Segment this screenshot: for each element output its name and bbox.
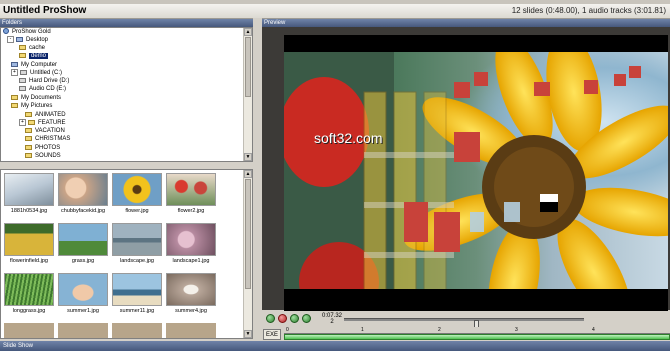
thumbnail-item[interactable]: landscape1.jpg [166, 223, 216, 267]
slide-show-header: Slide Show [0, 341, 670, 351]
scroll-up-icon[interactable]: ▲ [244, 28, 252, 36]
drive-icon [19, 77, 26, 83]
tree-item-my-computer[interactable]: My Computer [11, 61, 57, 69]
tree-item-drive-d[interactable]: Hard Drive (D:) [19, 77, 69, 85]
thumbnail-image[interactable] [4, 223, 54, 256]
tree-item-drive-e[interactable]: Audio CD (E:) [19, 85, 66, 93]
preview-header: Preview [262, 19, 670, 27]
thumbnail-image[interactable] [166, 273, 216, 306]
thumbnail-item[interactable]: flower.jpg [112, 173, 162, 217]
thumbnail-image[interactable] [112, 173, 162, 206]
folder-icon [25, 127, 32, 133]
thumbnail-image[interactable] [4, 173, 54, 206]
playback-controls: 0:07.32 2 [262, 311, 670, 331]
title-bar: Untitled ProShow 12 slides (0:48.00), 1 … [0, 4, 670, 19]
folder-icon [11, 102, 18, 108]
thumbnail-item[interactable]: 1881h0534.jpg [4, 173, 54, 217]
preview-panel [262, 27, 670, 312]
stop-icon[interactable] [278, 314, 287, 323]
folders-header: Folders [0, 19, 253, 27]
tree-item-feature[interactable]: + FEATURE [19, 119, 66, 127]
next-row-peek [4, 323, 216, 338]
folder-icon [11, 94, 18, 100]
computer-icon [11, 61, 18, 67]
thumbnail-image[interactable] [112, 223, 162, 256]
thumbnail-item[interactable]: grass.jpg [58, 223, 108, 267]
folder-icon [19, 44, 26, 50]
thumbnail-item[interactable]: flower2.jpg [166, 173, 216, 217]
scroll-thumb[interactable] [245, 179, 251, 289]
thumbnail-item[interactable]: chubbyfacekid.jpg [58, 173, 108, 217]
horizontal-splitter[interactable] [0, 162, 262, 169]
audio-track[interactable] [284, 334, 670, 340]
expand-icon[interactable]: + [11, 69, 18, 76]
thumbnail-item[interactable]: flowerinfield.jpg [4, 223, 54, 267]
thumbnail-item[interactable]: longgrass.jpg [4, 273, 54, 317]
folder-icon [25, 135, 32, 141]
vertical-splitter[interactable] [253, 18, 262, 341]
preview-image [284, 52, 668, 312]
thumbnail-image[interactable] [4, 273, 54, 306]
previous-icon[interactable] [290, 314, 299, 323]
thumbnail-image[interactable] [58, 273, 108, 306]
thumbnail-item[interactable]: summer11.jpg [112, 273, 162, 317]
expand-icon[interactable]: + [19, 119, 26, 126]
preview-letterbox [284, 289, 668, 312]
watermark-text: soft32.com [314, 130, 383, 146]
tree-item-animated[interactable]: ANIMATED [25, 111, 66, 119]
time-readout: 0:07.32 2 [322, 313, 343, 325]
tree-item-desktop[interactable]: - Desktop [7, 36, 48, 44]
folder-icon [25, 152, 32, 158]
tree-item-proshow-gold[interactable]: ProShow Gold [3, 28, 51, 36]
tree-item-demo[interactable]: demo [19, 52, 49, 60]
tree-item-my-documents[interactable]: My Documents [11, 94, 61, 102]
thumbnail-image[interactable] [166, 173, 216, 206]
scroll-down-icon[interactable]: ▼ [244, 330, 252, 338]
file-thumbnails[interactable]: 1881h0534.jpg chubbyfacekid.jpg flower.j… [0, 169, 253, 339]
drive-icon [20, 70, 27, 75]
tree-item-sounds[interactable]: SOUNDS [25, 152, 61, 160]
thumbnail-item[interactable]: summer4.jpg [166, 273, 216, 317]
scroll-up-icon[interactable]: ▲ [244, 170, 252, 178]
folder-icon [25, 111, 32, 117]
position-slider[interactable] [344, 318, 584, 331]
root-icon [3, 28, 9, 35]
window-title: Untitled ProShow [3, 5, 87, 16]
thumbnails-scrollbar[interactable]: ▲ ▼ [243, 170, 252, 338]
tree-item-vacation[interactable]: VACATION [25, 127, 65, 135]
folder-open-icon [19, 52, 26, 58]
exe-button[interactable]: EXE [263, 329, 281, 340]
slide-transition-image [284, 52, 668, 312]
scroll-thumb[interactable] [245, 37, 251, 97]
next-icon[interactable] [302, 314, 311, 323]
cd-icon [19, 85, 26, 91]
tree-scrollbar[interactable]: ▲ ▼ [243, 28, 252, 161]
timeline[interactable]: EXE 0 1 2 3 4 [262, 327, 670, 341]
tree-item-drive-c[interactable]: + Untitled (C:) [11, 69, 62, 77]
folder-tree[interactable]: ProShow Gold - Desktop cache demo My Comp… [0, 27, 253, 162]
thumbnail-image[interactable] [58, 173, 108, 206]
tree-item-photos[interactable]: PHOTOS [25, 144, 60, 152]
tree-item-christmas[interactable]: CHRISTMAS [25, 135, 70, 143]
thumbnail-image[interactable] [166, 223, 216, 256]
desktop-icon [16, 37, 23, 42]
scroll-down-icon[interactable]: ▼ [244, 153, 252, 161]
tree-item-cache[interactable]: cache [19, 44, 45, 52]
thumbnail-item[interactable]: summer1.jpg [58, 273, 108, 317]
folder-icon [25, 144, 32, 150]
thumbnail-image[interactable] [112, 273, 162, 306]
tree-item-my-pictures[interactable]: My Pictures [11, 102, 52, 110]
collapse-icon[interactable]: - [7, 36, 14, 43]
thumbnail-image[interactable] [58, 223, 108, 256]
show-status: 12 slides (0:48.00), 1 audio tracks (3:0… [511, 6, 666, 15]
folder-icon [28, 120, 35, 125]
thumbnail-item[interactable]: landscape.jpg [112, 223, 162, 267]
play-icon[interactable] [266, 314, 275, 323]
